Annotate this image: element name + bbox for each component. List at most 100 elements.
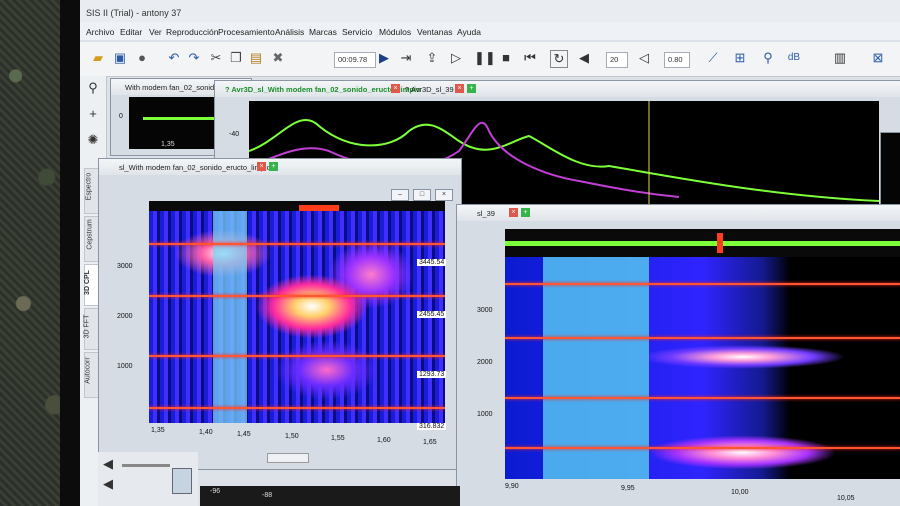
db-button[interactable]: dB <box>786 50 802 66</box>
spec-left-close-window-icon[interactable]: × <box>435 189 453 201</box>
pause-icon[interactable]: ❚❚ <box>474 50 496 66</box>
spec-left-spectrogram <box>149 211 445 423</box>
formant-line-3 <box>149 355 445 357</box>
settings-icon[interactable]: ✺ <box>85 132 101 148</box>
formant-line-4 <box>149 407 445 409</box>
menu-procesamiento[interactable]: Procesamiento <box>218 27 275 37</box>
redo-icon[interactable]: ↷ <box>186 50 202 66</box>
spec-left-xtick-6: 1,60 <box>377 437 391 444</box>
delete-icon[interactable]: ✖ <box>270 50 286 66</box>
crosshair-icon[interactable]: + <box>85 106 101 122</box>
rewind-icon[interactable]: ⏮ <box>522 50 538 66</box>
menu-bar: Archivo Editar Ver Reproducción Procesam… <box>80 22 900 40</box>
play-icon[interactable]: ▶ <box>376 50 392 66</box>
right-formant-line-4 <box>505 447 900 449</box>
menu-servicio[interactable]: Servicio <box>342 27 372 37</box>
time-field[interactable]: 00:09.78 <box>334 52 376 68</box>
volume-field[interactable]: 20 <box>606 52 628 68</box>
copy-icon[interactable]: ❐ <box>228 50 244 66</box>
level-slider-thumb[interactable] <box>172 468 192 494</box>
spec-left-scrollbar[interactable] <box>267 453 309 463</box>
right-formant-line-3 <box>505 397 900 399</box>
spec-left-maximize-icon[interactable]: □ <box>413 189 431 201</box>
window-spectrogram-right[interactable]: sl_39 × + – 3000 2000 1000 9,90 9,95 10,… <box>456 204 900 506</box>
spec-right-close-icon[interactable]: × <box>509 208 518 217</box>
spec-right-xtick-2: 9,95 <box>621 485 635 492</box>
spec-right-add-icon[interactable]: + <box>521 208 530 217</box>
right-formant-line-1 <box>505 283 900 285</box>
tile-windows-icon[interactable]: ⊠ <box>870 50 886 66</box>
close-tab-icon[interactable]: × <box>391 84 400 93</box>
app-title: SIS II (Trial) - antony 37 <box>86 8 182 18</box>
save-icon[interactable]: ▣ <box>112 50 128 66</box>
spec-left-add-icon[interactable]: + <box>269 162 278 171</box>
right-formant-line-2 <box>505 337 900 339</box>
spec-right-xtick-1: 9,90 <box>505 483 519 490</box>
stop-icon[interactable]: ■ <box>498 50 514 66</box>
spec-left-xtick-3: 1,45 <box>237 431 251 438</box>
speed-field[interactable]: 0.80 <box>664 52 690 68</box>
level-slider-track[interactable] <box>122 464 170 467</box>
menu-ventanas[interactable]: Ventanas <box>417 27 452 37</box>
spec-right-waveform <box>505 229 900 257</box>
window-spectrogram-left[interactable]: sl_With modem fan_02_sonido_eructo_limpi… <box>98 158 462 470</box>
menu-ayuda[interactable]: Ayuda <box>457 27 481 37</box>
spec-left-header: sl_With modem fan_02_sonido_eructo_limpi… <box>99 159 461 175</box>
curve-tool-icon[interactable]: ⟋ <box>705 50 721 66</box>
spec-right-ytick-3000: 3000 <box>477 307 493 314</box>
play-window-icon[interactable]: ▷ <box>448 50 464 66</box>
menu-marcas[interactable]: Marcas <box>309 27 337 37</box>
spec-right-ytick-2000: 2000 <box>477 359 493 366</box>
monitor-bezel <box>60 0 82 506</box>
formant-line-1 <box>149 243 445 245</box>
freq-value-1: 3445.54 <box>417 259 447 266</box>
back-x-label: 1,35 <box>161 141 175 148</box>
cut-icon[interactable]: ✂ <box>208 50 224 66</box>
spec-left-ytick-1000: 1000 <box>117 363 133 370</box>
spec-left-title: sl_With modem fan_02_sonido_eructo_limpi… <box>119 163 271 172</box>
speaker-2-icon[interactable]: ◀ <box>100 476 116 492</box>
volume-icon[interactable]: ◀ <box>576 50 592 66</box>
spec-left-xtick-7: 1,65 <box>423 439 437 446</box>
formant-line-2 <box>149 295 445 297</box>
menu-analisis[interactable]: Análisis <box>275 27 304 37</box>
spec-right-xtick-4: 10,05 <box>837 495 855 502</box>
spec-right-header: sl_39 × + <box>457 205 900 221</box>
zoom-fit-icon[interactable]: ⊞ <box>732 50 748 66</box>
play-selection-icon[interactable]: ⇥ <box>398 50 414 66</box>
spec-left-xtick-1: 1,35 <box>151 427 165 434</box>
spec-left-ytick-2000: 2000 <box>117 313 133 320</box>
layout-icon[interactable]: ▥ <box>832 50 848 66</box>
bottom-ruler: -96 -88 <box>200 486 460 506</box>
undo-icon[interactable]: ↶ <box>166 50 182 66</box>
loop-icon[interactable]: ↻ <box>550 50 568 68</box>
back-y-label: 0 <box>119 113 123 120</box>
add-tab-icon[interactable]: + <box>467 84 476 93</box>
paste-icon[interactable]: ▤ <box>248 50 264 66</box>
zoom-icon[interactable]: ⚲ <box>760 50 776 66</box>
freq-value-4: 316.832 <box>417 423 447 430</box>
spec-right-selection[interactable] <box>543 257 649 479</box>
menu-editar[interactable]: Editar <box>120 27 142 37</box>
spec-right-title: sl_39 <box>477 209 495 218</box>
window-back-title: With modem fan_02_sonido <box>125 83 219 92</box>
spec-left-xtick-2: 1,40 <box>199 429 213 436</box>
spec-left-minimize-icon[interactable]: – <box>391 189 409 201</box>
speaker-icon[interactable]: ◀ <box>100 456 116 472</box>
menu-modulos[interactable]: Módulos <box>379 27 411 37</box>
spec-right-ytick-1000: 1000 <box>477 411 493 418</box>
spec-right-waveform-trace <box>505 241 900 246</box>
spec-left-xtick-4: 1,50 <box>285 433 299 440</box>
tab-avr3d-2[interactable]: ? Avr3D_sl_39 <box>405 85 454 94</box>
search-icon[interactable]: ⚲ <box>85 80 101 96</box>
open-folder-icon[interactable]: ▰ <box>90 50 106 66</box>
menu-archivo[interactable]: Archivo <box>86 27 114 37</box>
export-icon[interactable]: ⇪ <box>424 50 440 66</box>
spec-left-close-icon[interactable]: × <box>257 162 266 171</box>
close-tab-2-icon[interactable]: × <box>455 84 464 93</box>
menu-reproduccion[interactable]: Reproducción <box>166 27 218 37</box>
spec-right-xtick-3: 10,00 <box>731 489 749 496</box>
menu-ver[interactable]: Ver <box>149 27 162 37</box>
record-icon[interactable]: ● <box>134 50 150 66</box>
speed-icon[interactable]: ◁ <box>636 50 652 66</box>
